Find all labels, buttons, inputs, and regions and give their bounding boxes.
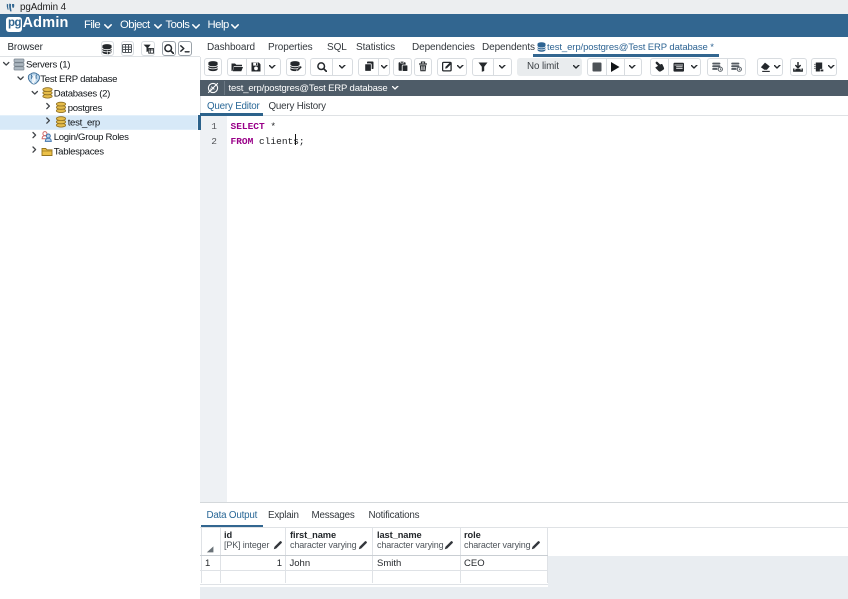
- svg-text:Servers (1): Servers (1): [26, 60, 70, 71]
- svg-text:Login/Group Roles: Login/Group Roles: [54, 132, 129, 143]
- svg-text:postgres: postgres: [68, 103, 103, 114]
- svg-text:test_erp: test_erp: [68, 118, 100, 129]
- svg-text:Test ERP database: Test ERP database: [40, 74, 117, 85]
- svg-text:Databases (2): Databases (2): [54, 89, 110, 100]
- svg-text:Tablespaces: Tablespaces: [54, 147, 105, 158]
